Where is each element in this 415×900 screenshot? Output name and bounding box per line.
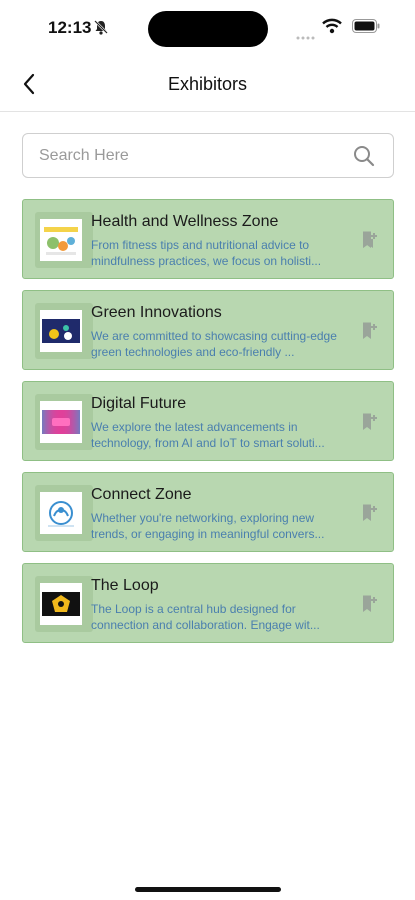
- exhibitor-name: Green Innovations: [91, 304, 222, 321]
- exhibitor-thumbnail-frame: [35, 212, 93, 268]
- home-indicator[interactable]: [135, 887, 281, 892]
- exhibitor-thumbnail-frame: [35, 394, 93, 450]
- bookmark-add-icon[interactable]: [361, 230, 379, 255]
- cellular-signal-icon: [296, 27, 316, 45]
- exhibitor-card-connect-zone[interactable]: Connect Zone Whether you're networking, …: [22, 472, 394, 552]
- exhibitor-logo-image: [40, 219, 82, 261]
- exhibitor-card-health-and-wellness[interactable]: Health and Wellness Zone From fitness ti…: [22, 199, 394, 279]
- wifi-icon: [322, 18, 342, 39]
- silent-bell-icon: [94, 20, 108, 40]
- exhibitor-thumbnail-frame: [35, 303, 93, 359]
- battery-icon: [352, 19, 380, 38]
- exhibitor-logo-image: [40, 492, 82, 534]
- exhibitor-name: Health and Wellness Zone: [91, 213, 279, 230]
- exhibitor-name: The Loop: [91, 577, 159, 594]
- exhibitor-list: Health and Wellness Zone From fitness ti…: [22, 199, 394, 654]
- exhibitor-description: We explore the latest advancements in te…: [91, 420, 325, 450]
- search-input[interactable]: [39, 144, 339, 168]
- status-bar: 12:13: [0, 0, 415, 56]
- search-icon[interactable]: [353, 145, 375, 172]
- exhibitor-thumbnail-frame: [35, 485, 93, 541]
- status-time: 12:13: [48, 18, 92, 37]
- navigation-bar: Exhibitors: [0, 56, 415, 112]
- exhibitor-description: The Loop is a central hub designed for c…: [91, 602, 320, 632]
- search-bar[interactable]: [22, 133, 394, 178]
- exhibitor-description: From fitness tips and nutritional advice…: [91, 238, 322, 268]
- exhibitor-card-digital-future[interactable]: Digital Future We explore the latest adv…: [22, 381, 394, 461]
- dynamic-island: [148, 11, 268, 47]
- exhibitor-logo-image: [40, 310, 82, 352]
- exhibitor-logo-image: [40, 401, 82, 443]
- exhibitor-description: Whether you're networking, exploring new…: [91, 511, 325, 541]
- exhibitor-logo-image: [40, 583, 82, 625]
- exhibitor-name: Connect Zone: [91, 486, 192, 503]
- exhibitor-card-green-innovations[interactable]: Green Innovations We are committed to sh…: [22, 290, 394, 370]
- exhibitor-name: Digital Future: [91, 395, 187, 412]
- bookmark-add-icon[interactable]: [361, 503, 379, 528]
- exhibitor-thumbnail-frame: [35, 576, 93, 632]
- page-title: Exhibitors: [167, 74, 248, 94]
- bookmark-add-icon[interactable]: [361, 321, 379, 346]
- bookmark-add-icon[interactable]: [361, 594, 379, 619]
- exhibitor-description: We are committed to showcasing cutting-e…: [91, 329, 337, 359]
- exhibitor-card-the-loop[interactable]: The Loop The Loop is a central hub desig…: [22, 563, 394, 643]
- bookmark-add-icon[interactable]: [361, 412, 379, 437]
